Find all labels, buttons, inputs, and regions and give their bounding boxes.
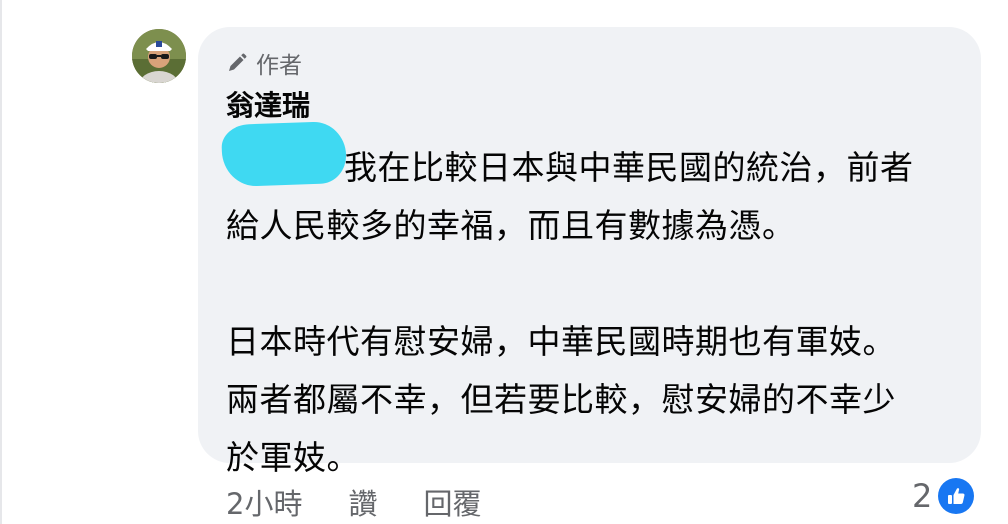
like-button[interactable]: 讚 [348,481,377,523]
comment-line: 於軍妓。 [226,438,360,477]
page-left-edge [0,0,2,524]
reply-button[interactable]: 回覆 [423,481,481,523]
author-name[interactable]: 翁達瑞 [226,87,310,125]
comment-line: 兩者都屬不幸，但若要比較，慰安婦的不幸少 [226,380,896,419]
thumbs-up-icon [938,478,975,514]
comment-line: 我在比較日本與中華民國的統治，前者 [344,148,914,187]
reaction-count: 2 [912,477,933,515]
author-badge: 作者 [226,47,302,79]
comment-line: 給人民較多的幸福，而且有數據為憑。 [226,206,796,245]
comment-timestamp[interactable]: 2小時 [226,481,302,523]
comment-actions: 2小時 讚 回覆 [226,480,481,524]
comment-bubble: 作者 翁達瑞 我在比較日本與中華民國的統治，前者 給人民較多的幸福，而且有數據為… [198,27,981,477]
reaction-summary[interactable]: 2 [912,474,975,518]
avatar-image [132,29,186,83]
comment-text: 我在比較日本與中華民國的統治，前者 給人民較多的幸福，而且有數據為憑。 日本時代… [226,139,966,487]
author-badge-label: 作者 [256,53,302,79]
avatar[interactable] [132,29,186,83]
pencil-icon [229,53,247,71]
comment-line: 日本時代有慰安婦，中華民國時期也有軍妓。 [226,322,896,361]
